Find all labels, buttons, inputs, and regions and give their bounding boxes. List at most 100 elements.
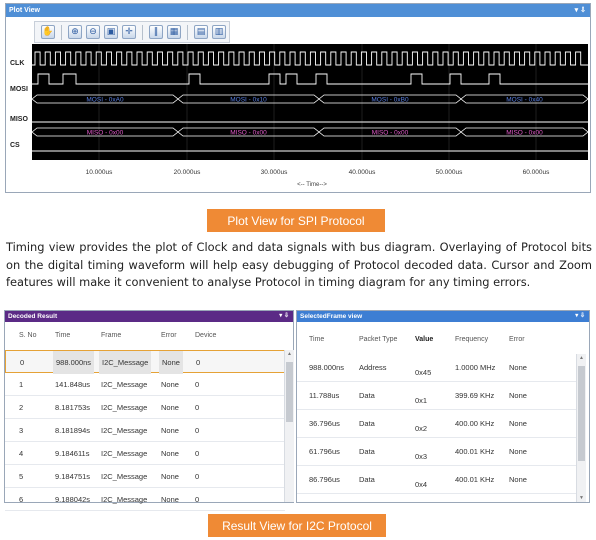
- column-header[interactable]: Value: [415, 336, 433, 343]
- table-cell: None: [509, 419, 527, 428]
- miso-bus-label: MISO - 0x00: [87, 129, 124, 136]
- table-cell: Data: [359, 475, 375, 484]
- scroll-thumb[interactable]: [578, 366, 585, 461]
- table-row[interactable]: 2 8.181753s I2C_Message None 0: [5, 396, 285, 419]
- grid-icon[interactable]: ▦: [167, 25, 181, 39]
- column-header[interactable]: Frequency: [455, 336, 488, 343]
- plot-view-window-controls[interactable]: ▾ ⇩: [575, 4, 586, 17]
- table-cell: I2C_Message: [101, 403, 148, 412]
- column-header[interactable]: Error: [161, 332, 177, 339]
- column-header[interactable]: Error: [509, 336, 525, 343]
- table-row[interactable]: 1 141.848us I2C_Message None 0: [5, 373, 285, 396]
- markers-icon[interactable]: ▤: [194, 25, 208, 39]
- table-cell: I2C_Message: [101, 380, 148, 389]
- table-cell: None: [161, 426, 179, 435]
- table-row[interactable]: 5 9.184751s I2C_Message None 0: [5, 465, 285, 488]
- table-cell: 9.184611s: [55, 449, 90, 458]
- table-cell: I2C_Message: [101, 449, 148, 458]
- signal-label-miso: MISO: [10, 116, 28, 123]
- signal-label-mosi: MOSI: [10, 86, 28, 93]
- table-cell: I2C_Message: [99, 351, 152, 374]
- table-cell: None: [161, 380, 179, 389]
- vertical-scrollbar[interactable]: ▲: [284, 350, 294, 502]
- table-cell: 0: [195, 403, 200, 412]
- zoom-out-icon[interactable]: ⊖: [86, 25, 100, 39]
- toolbar-separator: [142, 24, 143, 40]
- cursor-icon[interactable]: ✛: [122, 25, 136, 39]
- scroll-up-arrow-icon[interactable]: ▲: [285, 351, 294, 357]
- selected-frame-table: Time Packet Type Value Frequency Error 988.00…: [297, 322, 589, 502]
- selected-frame-panel: SelectedFrame view ▾ ⇩ Time Packet Type Va…: [296, 310, 590, 503]
- signal-label-cs: CS: [10, 142, 20, 149]
- table-cell: None: [161, 472, 179, 481]
- table-cell: None: [161, 495, 179, 504]
- time-tick-label: 20.000us: [174, 169, 201, 176]
- mosi-bus-label: MOSI - 0x10: [230, 96, 267, 103]
- table-row[interactable]: 3 8.181894s I2C_Message None 0: [5, 419, 285, 442]
- mosi-bus-label: MOSI - 0x40: [506, 96, 543, 103]
- column-header[interactable]: Frame: [101, 332, 121, 339]
- table-row[interactable]: 61.796us Data 0x3 400.01 KHz None: [297, 438, 577, 466]
- plot-view-titlebar: Plot View ▾ ⇩: [6, 4, 590, 17]
- zoom-in-icon[interactable]: ⊕: [68, 25, 82, 39]
- table-cell: 0x4: [415, 480, 428, 489]
- chart-icon[interactable]: ▥: [212, 25, 226, 39]
- table-cell: 4: [19, 449, 24, 458]
- hand-icon[interactable]: ✋: [41, 25, 55, 39]
- spi-caption-button[interactable]: Plot View for SPI Protocol: [207, 209, 385, 232]
- column-header[interactable]: Device: [195, 332, 216, 339]
- table-cell: 400.00 KHz: [455, 419, 495, 428]
- signal-label-clk: CLK: [10, 60, 24, 67]
- table-cell: 988.000ns: [53, 351, 95, 374]
- table-row[interactable]: 4 9.184611s I2C_Message None 0: [5, 442, 285, 465]
- table-row[interactable]: 0 988.000ns I2C_Message None 0: [5, 350, 285, 374]
- vertical-scrollbar[interactable]: ▲ ▼: [576, 354, 586, 502]
- decoded-result-title: Decoded Result: [8, 313, 58, 320]
- table-cell: None: [161, 449, 179, 458]
- column-header[interactable]: Time: [309, 336, 324, 343]
- decoded-result-window-controls[interactable]: ▾ ⇩: [279, 311, 289, 322]
- plot-view-title: Plot View: [9, 7, 40, 14]
- column-header[interactable]: Time: [55, 332, 70, 339]
- table-cell: 6: [19, 495, 24, 504]
- table-cell: 400.01 KHz: [455, 475, 495, 484]
- table-cell: 36.796us: [309, 419, 340, 428]
- column-header[interactable]: S. No: [19, 332, 37, 339]
- table-cell: None: [161, 403, 179, 412]
- table-cell: 3: [19, 426, 24, 435]
- table-cell: 2: [19, 403, 24, 412]
- time-axis-label: <-- Time-->: [297, 182, 327, 188]
- timing-diagram[interactable]: CLK MOSI MISO CS MOSI - 0xA0 MOSI - 0x10 MOSI …: [6, 44, 590, 192]
- table-cell: None: [509, 447, 527, 456]
- selected-frame-window-controls[interactable]: ▾ ⇩: [575, 311, 585, 322]
- table-cell: 8.181894s: [55, 426, 91, 435]
- scroll-up-arrow-icon[interactable]: ▲: [577, 355, 586, 361]
- table-cell: 11.788us: [309, 391, 340, 400]
- table-cell: 9.188042s: [55, 495, 91, 504]
- table-row[interactable]: 6 9.188042s I2C_Message None 0: [5, 488, 285, 511]
- table-cell: 141.848us: [55, 380, 91, 389]
- scroll-thumb[interactable]: [286, 362, 293, 422]
- table-cell: 0: [196, 358, 201, 367]
- miso-bus-label: MISO - 0x00: [506, 129, 543, 136]
- table-cell: 1: [19, 380, 24, 389]
- bars-icon[interactable]: ‖: [149, 25, 163, 39]
- i2c-caption-button[interactable]: Result View for I2C Protocol: [208, 514, 386, 537]
- time-tick-label: 30.000us: [261, 169, 288, 176]
- description-paragraph: Timing view provides the plot of Clock a…: [6, 240, 592, 289]
- table-row[interactable]: 988.000ns Address 0x45 1.0000 MHz None: [297, 354, 577, 382]
- table-cell: None: [159, 351, 183, 374]
- table-row[interactable]: 36.796us Data 0x2 400.00 KHz None: [297, 410, 577, 438]
- table-cell: Data: [359, 447, 375, 456]
- table-row[interactable]: 86.796us Data 0x4 400.01 KHz None: [297, 466, 577, 494]
- column-header[interactable]: Packet Type: [359, 336, 397, 343]
- plot-toolbar: ✋ ⊕ ⊖ ▣ ✛ ‖ ▦ ▤ ▥: [34, 21, 230, 43]
- table-cell: None: [509, 363, 527, 372]
- table-cell: 0: [195, 472, 200, 481]
- table-row[interactable]: 11.788us Data 0x1 399.69 KHz None: [297, 382, 577, 410]
- scroll-down-arrow-icon[interactable]: ▼: [577, 495, 586, 501]
- table-cell: 0: [195, 380, 200, 389]
- zoom-fit-icon[interactable]: ▣: [104, 25, 118, 39]
- time-tick-label: 50.000us: [436, 169, 463, 176]
- table-cell: None: [509, 391, 527, 400]
